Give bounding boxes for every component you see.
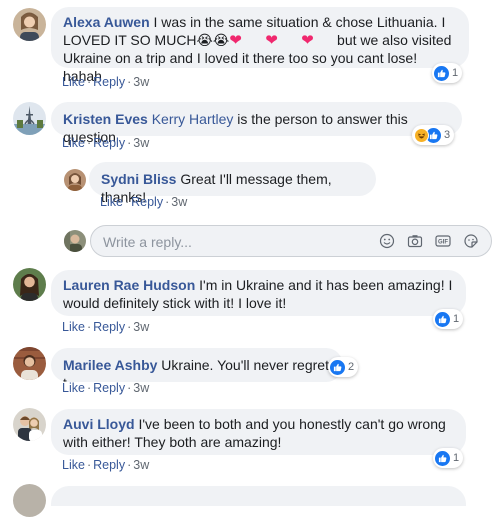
reaction-count[interactable]: 3: [412, 125, 455, 145]
reaction-count[interactable]: 2: [328, 357, 359, 377]
comment-author[interactable]: Sydni Bliss: [101, 171, 176, 187]
comment-text: would definitely stick with it! I love i…: [63, 295, 287, 311]
avatar[interactable]: [64, 169, 86, 191]
comment-bubble: [51, 486, 466, 506]
reaction-count-number: 1: [453, 313, 460, 325]
like-icon: [435, 311, 450, 327]
timestamp[interactable]: 3w: [133, 136, 149, 150]
heart-icon: ❤: [229, 32, 242, 49]
mention-link[interactable]: Kerry Hartley: [152, 111, 234, 127]
like-link[interactable]: Like: [62, 381, 85, 395]
timestamp[interactable]: 3w: [133, 75, 149, 89]
like-link[interactable]: Like: [62, 458, 85, 472]
comment-bubble: Alexa Auwen I was in the same situation …: [51, 7, 469, 84]
camera-icon[interactable]: [407, 233, 423, 249]
comment-text: I'm in Ukraine and it has been amazing! …: [199, 277, 453, 293]
reply-link[interactable]: Reply: [93, 136, 125, 150]
svg-text:GIF: GIF: [438, 240, 448, 246]
comment-author[interactable]: Lauren Rae Hudson: [63, 277, 195, 293]
comment-actions: Like · Reply · 3w: [100, 195, 188, 209]
reply-composer[interactable]: GIF: [90, 225, 492, 257]
comment-author[interactable]: Auvi Lloyd: [63, 416, 135, 432]
avatar[interactable]: [13, 347, 46, 380]
heart-icon: ❤: [301, 32, 314, 49]
comment-actions: Like · Reply · 3w: [62, 136, 150, 150]
crying-face-icon: 😭: [212, 32, 230, 48]
timestamp[interactable]: 3w: [133, 458, 149, 472]
reaction-count[interactable]: 1: [432, 63, 463, 83]
reaction-count-number: 3: [444, 129, 451, 141]
avatar[interactable]: [13, 408, 46, 441]
avatar[interactable]: [13, 102, 46, 135]
avatar[interactable]: [13, 8, 46, 41]
avatar[interactable]: [13, 268, 46, 301]
comment-actions: Like · Reply · 3w: [62, 458, 150, 472]
reaction-count[interactable]: 1: [433, 448, 464, 468]
haha-icon: [414, 127, 429, 143]
like-link[interactable]: Like: [62, 75, 85, 89]
reaction-count[interactable]: 1: [433, 309, 464, 329]
reaction-count-number: 1: [452, 67, 459, 79]
comment-text: I've been to both and you honestly can't…: [138, 416, 446, 432]
reply-input[interactable]: [101, 232, 365, 252]
like-link[interactable]: Like: [62, 136, 85, 150]
reply-link[interactable]: Reply: [93, 458, 125, 472]
comment-bubble: Lauren Rae Hudson I'm in Ukraine and it …: [51, 270, 466, 316]
heart-icon: ❤: [265, 32, 278, 49]
like-link[interactable]: Like: [100, 195, 123, 209]
comment-actions: Like · Reply · 3w: [62, 320, 150, 334]
current-user-avatar: [64, 230, 86, 252]
like-icon: [330, 359, 345, 375]
comment-bubble: Kristen Eves Kerry Hartley is the person…: [51, 102, 462, 145]
comment-text: LOVED IT SO MUCH: [63, 32, 197, 48]
gif-icon[interactable]: GIF: [435, 233, 451, 249]
comment-text: but we also visited: [337, 32, 452, 48]
timestamp[interactable]: 3w: [133, 320, 149, 334]
comment-actions: Like · Reply · 3w: [62, 75, 150, 89]
emoji-icon[interactable]: [379, 233, 395, 249]
like-icon: [434, 65, 449, 81]
comment-bubble: Marilee Ashby Ukraine. You'll never regr…: [51, 348, 343, 382]
comment-author[interactable]: Marilee Ashby: [63, 357, 157, 373]
reply-link[interactable]: Reply: [93, 320, 125, 334]
timestamp[interactable]: 3w: [133, 381, 149, 395]
comment-bubble: Auvi Lloyd I've been to both and you hon…: [51, 409, 466, 455]
comment-bubble: Sydni Bliss Great I'll message them, tha…: [89, 162, 376, 205]
reaction-count-number: 2: [348, 361, 355, 373]
like-link[interactable]: Like: [62, 320, 85, 334]
crying-face-icon: 😭: [196, 32, 213, 48]
comment-actions: Like · Reply · 3w: [62, 381, 150, 395]
like-icon: [435, 450, 450, 466]
comment-text: I was in the same situation & chose Lith…: [153, 14, 446, 30]
comment-author[interactable]: Alexa Auwen: [63, 14, 150, 30]
timestamp[interactable]: 3w: [171, 195, 187, 209]
reaction-count-number: 1: [453, 452, 460, 464]
reply-link[interactable]: Reply: [93, 75, 125, 89]
avatar[interactable]: [13, 484, 46, 517]
sticker-icon[interactable]: [463, 233, 479, 249]
comment-text: with either! They both are amazing!: [63, 434, 282, 450]
comment-author[interactable]: Kristen Eves: [63, 111, 148, 127]
reply-link[interactable]: Reply: [131, 195, 163, 209]
reply-link[interactable]: Reply: [93, 381, 125, 395]
